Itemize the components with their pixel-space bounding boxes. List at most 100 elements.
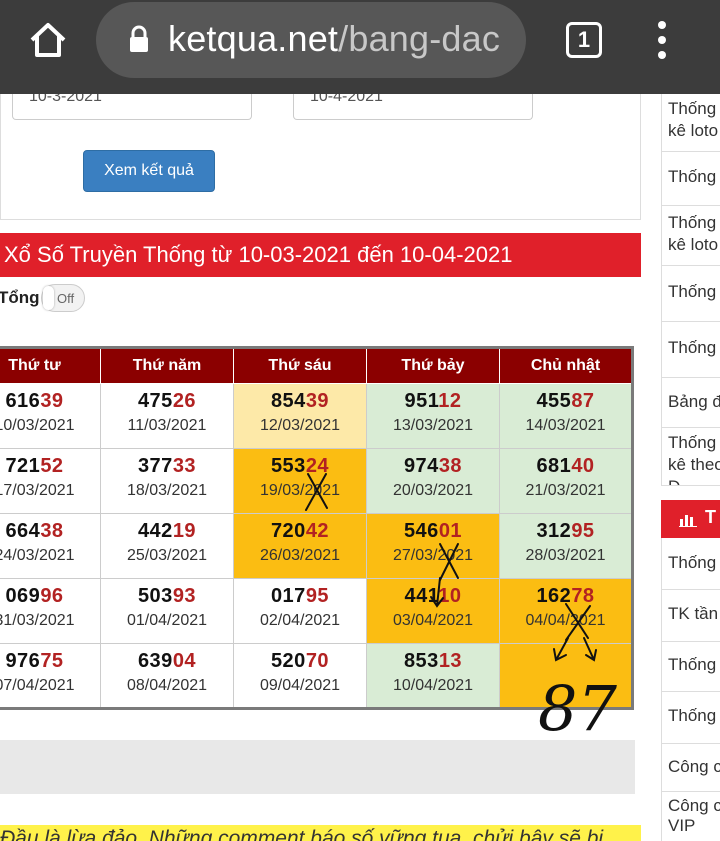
result-number: 44110 [367,585,499,608]
result-number: 01795 [234,585,366,608]
result-cell: 45587 14/03/2021 [499,383,633,449]
sidebar-header-label: T [705,507,716,527]
result-date: 26/03/2021 [259,547,341,564]
home-icon[interactable] [26,18,70,62]
result-cell: 55324 19/03/2021 [233,448,367,514]
result-cell: 06996 31/03/2021 [0,578,101,644]
result-date: 31/03/2021 [0,612,75,629]
number-head: 639 [137,650,173,672]
number-tail: 95 [305,585,330,607]
number-head: 442 [137,520,173,542]
result-number: 06996 [0,585,100,608]
number-tail: 01 [438,520,463,542]
number-tail: 26 [172,390,197,412]
number-head: 017 [270,585,306,607]
header-thu: Thứ năm [100,347,234,384]
number-tail: 13 [438,650,463,672]
sidebar-item[interactable]: Thống [661,322,720,378]
page-content: 10-3-2021 10-4-2021 Xem kết quả Xổ Số Tr… [0,94,720,841]
result-number: 61639 [0,390,100,413]
view-results-button[interactable]: Xem kết quả [83,150,215,192]
result-date: 18/03/2021 [126,482,208,499]
number-tail: 39 [40,390,64,412]
result-number: 85439 [234,390,366,413]
sidebar-header: T [661,500,720,538]
result-number: 66438 [0,520,100,543]
result-number: 68140 [500,455,631,478]
result-date: 01/04/2021 [126,612,208,629]
header-sun: Chủ nhật [499,347,633,384]
sidebar-item[interactable]: TK tần [661,590,720,642]
result-date: 12/03/2021 [259,417,341,434]
result-cell: 47526 11/03/2021 [100,383,234,449]
url-path: /bang-dac [338,18,501,59]
number-head: 854 [270,390,306,412]
number-tail: 39 [305,390,330,412]
result-number: 16278 [500,585,631,608]
sidebar-item[interactable]: Công c VIP [661,792,720,841]
sidebar-item[interactable]: Thống kê loto [661,94,720,152]
number-head: 069 [5,585,41,607]
number-head: 162 [536,585,572,607]
result-date: 14/03/2021 [525,417,606,434]
result-date: 13/03/2021 [392,417,474,434]
number-head: 312 [536,520,572,542]
result-date: 10/04/2021 [392,677,474,694]
lock-icon [130,25,148,52]
result-cell [499,643,633,709]
header-sat: Thứ bảy [366,347,500,384]
tong-toggle[interactable]: Off [41,284,85,312]
number-head: 616 [5,390,41,412]
number-head: 377 [137,455,173,477]
table-row: 06996 31/03/2021 50393 01/04/2021 01795 02/04… [0,578,633,644]
sidebar-item[interactable]: Thống [661,642,720,692]
result-date: 25/03/2021 [126,547,208,564]
result-cell: 72152 17/03/2021 [0,448,101,514]
result-cell: 66438 24/03/2021 [0,513,101,579]
sidebar-item[interactable]: Bảng đ [661,378,720,428]
sidebar-item[interactable]: Thống [661,266,720,322]
result-date: 19/03/2021 [259,482,341,499]
date-from-input[interactable]: 10-3-2021 [12,94,252,120]
result-date: 20/03/2021 [392,482,474,499]
date-to-input[interactable]: 10-4-2021 [293,94,533,120]
result-cell: 54601 27/03/2021 [366,513,500,579]
sidebar-item[interactable]: Thống [661,692,720,744]
result-date: 28/03/2021 [525,547,606,564]
number-tail: 78 [571,585,595,607]
number-tail: 40 [571,455,595,477]
sidebar-item[interactable]: Công c [661,744,720,792]
result-cell: 50393 01/04/2021 [100,578,234,644]
sidebar-item[interactable]: Thống [661,152,720,206]
number-head: 721 [5,455,41,477]
sidebar-item[interactable]: Thống [661,538,720,590]
result-date: 17/03/2021 [0,482,75,499]
menu-icon[interactable] [652,18,672,62]
result-number: 37733 [101,455,233,478]
results-table: Thứ tư Thứ năm Thứ sáu Thứ bảy Chủ nhật … [0,346,634,710]
number-head: 951 [404,390,439,412]
result-number: 72042 [234,520,366,543]
result-date: 27/03/2021 [392,547,474,564]
result-number: 54601 [367,520,499,543]
table-row: 66438 24/03/2021 44219 25/03/2021 72042 26/03… [0,513,633,579]
number-head: 681 [536,455,572,477]
sidebar-item[interactable]: Thống kê theo Đ [661,428,720,486]
result-date: 10/03/2021 [0,417,75,434]
chart-icon [679,515,697,527]
result-cell: 85439 12/03/2021 [233,383,367,449]
table-row: 97675 07/04/2021 63904 08/04/2021 52070 09/04… [0,643,633,709]
header-wed: Thứ tư [0,347,101,384]
result-cell: 31295 28/03/2021 [499,513,633,579]
sidebar-item[interactable]: Thống kê loto [661,206,720,266]
result-cell: 72042 26/03/2021 [233,513,367,579]
result-number: 63904 [101,650,233,673]
tabs-icon[interactable]: 1 [566,22,602,58]
result-number: 95112 [367,390,499,413]
number-tail: 10 [438,585,462,607]
tong-label: Tổng [0,288,40,307]
number-tail: 19 [172,520,197,542]
result-number: 97438 [367,455,499,478]
number-tail: 42 [305,520,330,542]
number-head: 455 [536,390,572,412]
